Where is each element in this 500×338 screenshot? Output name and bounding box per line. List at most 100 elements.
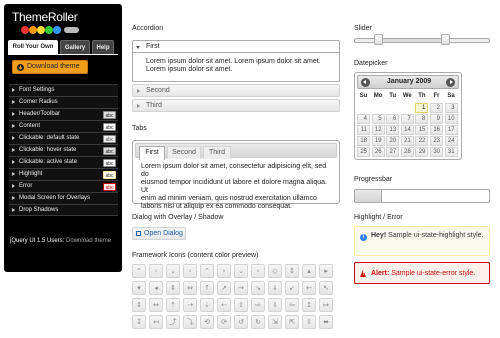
framework-icon[interactable]: ↻ xyxy=(251,315,265,329)
framework-icon[interactable]: ⇱ xyxy=(285,315,299,329)
calendar-day[interactable]: 2 xyxy=(430,103,443,113)
framework-icon[interactable]: ⇩ xyxy=(268,298,282,312)
framework-icon[interactable]: ⇲ xyxy=(268,315,282,329)
framework-icon[interactable]: ← xyxy=(302,281,316,295)
tab-first[interactable]: First xyxy=(139,146,165,160)
slider-handle-max[interactable] xyxy=(440,34,450,45)
framework-icon[interactable]: › xyxy=(149,264,163,278)
framework-icon[interactable]: ⇨ xyxy=(251,298,265,312)
calendar-day[interactable]: 5 xyxy=(371,114,385,124)
tab-third[interactable]: Third xyxy=(203,146,231,159)
framework-icon[interactable]: ↦ xyxy=(319,298,333,312)
framework-icon[interactable]: ⌃ xyxy=(132,264,146,278)
calendar-day[interactable]: 4 xyxy=(357,114,370,124)
framework-icon[interactable]: ↓ xyxy=(268,281,282,295)
calendar-day[interactable]: 23 xyxy=(430,136,443,146)
framework-icon[interactable]: ↔ xyxy=(149,298,163,312)
section-drop-shadows[interactable]: Drop Shadows xyxy=(9,204,118,216)
section-header-toolbar[interactable]: Header/Toolbar abc xyxy=(9,108,118,120)
framework-icon[interactable]: ↥ xyxy=(302,298,316,312)
section-corner-radius[interactable]: Corner Radius xyxy=(9,96,118,108)
accordion-header-second[interactable]: Second xyxy=(132,84,340,97)
section-clickable-default[interactable]: Clickable: default state abc xyxy=(9,132,118,144)
framework-icon[interactable]: ⇢ xyxy=(183,298,197,312)
prev-month-icon[interactable] xyxy=(361,78,370,87)
open-dialog-button[interactable]: Open Dialog xyxy=(132,227,186,240)
section-clickable-active[interactable]: Clickable: active state abc xyxy=(9,156,118,168)
calendar-day[interactable]: 3 xyxy=(444,103,458,113)
framework-icon[interactable]: ↕ xyxy=(285,264,299,278)
calendar-day[interactable]: 14 xyxy=(400,125,414,135)
framework-icon[interactable]: ⇔ xyxy=(183,281,197,295)
calendar-day[interactable]: 6 xyxy=(386,114,400,124)
framework-icon[interactable]: ‹ xyxy=(251,264,265,278)
calendar-day[interactable]: 1 xyxy=(415,103,429,113)
tab-second[interactable]: Second xyxy=(167,146,201,159)
framework-icon[interactable]: ⤵ xyxy=(183,315,197,329)
calendar-day[interactable]: 13 xyxy=(386,125,400,135)
framework-icon[interactable]: ◇ xyxy=(268,264,282,278)
slider-handle-min[interactable] xyxy=(373,34,383,45)
framework-icon[interactable]: ▴ xyxy=(302,264,316,278)
next-month-icon[interactable] xyxy=(446,78,455,87)
calendar-day[interactable]: 26 xyxy=(371,147,385,157)
framework-icon[interactable]: ◂ xyxy=(149,281,163,295)
accordion-header-third[interactable]: Third xyxy=(132,99,340,112)
download-theme-button[interactable]: Download theme xyxy=(12,60,88,74)
framework-icon[interactable]: ⇕ xyxy=(166,281,180,295)
calendar-day[interactable]: 30 xyxy=(430,147,443,157)
section-clickable-hover[interactable]: Clickable: hover state abc xyxy=(9,144,118,156)
framework-icon[interactable]: ↤ xyxy=(149,315,163,329)
calendar-day[interactable]: 12 xyxy=(371,125,385,135)
framework-icon[interactable]: → xyxy=(234,281,248,295)
framework-icon[interactable]: ⟳ xyxy=(217,315,231,329)
range-slider[interactable] xyxy=(354,34,490,45)
framework-icon[interactable]: ↗ xyxy=(217,281,231,295)
calendar-day[interactable]: 31 xyxy=(444,147,458,157)
framework-icon[interactable]: ⇠ xyxy=(217,298,231,312)
section-font-settings[interactable]: Font Settings xyxy=(9,84,118,96)
calendar-day[interactable]: 11 xyxy=(357,125,370,135)
calendar-day[interactable]: 20 xyxy=(386,136,400,146)
framework-icon[interactable]: ⇧ xyxy=(234,298,248,312)
calendar-day[interactable]: 19 xyxy=(371,136,385,146)
framework-icon[interactable]: ↧ xyxy=(132,315,146,329)
framework-icon[interactable]: ↙ xyxy=(285,281,299,295)
framework-icon[interactable]: ⇣ xyxy=(200,298,214,312)
framework-icon[interactable]: ▸ xyxy=(319,264,333,278)
section-error[interactable]: Error abc xyxy=(9,180,118,192)
framework-icon[interactable]: ↘ xyxy=(251,281,265,295)
calendar-day[interactable]: 8 xyxy=(415,114,429,124)
framework-icon[interactable]: › xyxy=(217,264,231,278)
accordion-header-first[interactable]: First xyxy=(132,40,340,53)
calendar-day[interactable]: 27 xyxy=(386,147,400,157)
framework-icon[interactable]: ‹ xyxy=(183,264,197,278)
tab-roll-your-own[interactable]: Roll Your Own xyxy=(8,40,58,54)
framework-icon[interactable]: ↺ xyxy=(234,315,248,329)
calendar-day[interactable]: 16 xyxy=(430,125,443,135)
framework-icon[interactable]: ⤴ xyxy=(166,315,180,329)
section-content[interactable]: Content abc xyxy=(9,120,118,132)
framework-icon[interactable]: ↕ xyxy=(132,298,146,312)
framework-icon[interactable]: ⌃ xyxy=(200,264,214,278)
tab-help[interactable]: Help xyxy=(92,40,114,54)
framework-icon[interactable]: ▾ xyxy=(132,281,146,295)
calendar-day[interactable]: 28 xyxy=(400,147,414,157)
framework-icon[interactable]: ⟲ xyxy=(200,315,214,329)
calendar-day[interactable]: 17 xyxy=(444,125,458,135)
framework-icon[interactable]: ⌄ xyxy=(166,264,180,278)
framework-icon[interactable]: ⌄ xyxy=(234,264,248,278)
calendar-day[interactable]: 24 xyxy=(444,136,458,146)
framework-icon[interactable]: ↑ xyxy=(200,281,214,295)
calendar-day[interactable]: 7 xyxy=(400,114,414,124)
framework-icon[interactable]: ↖ xyxy=(319,281,333,295)
calendar-day[interactable]: 10 xyxy=(444,114,458,124)
calendar-day[interactable]: 22 xyxy=(415,136,429,146)
section-modal-screen[interactable]: Modal Screen for Overlays xyxy=(9,192,118,204)
legacy-download-link[interactable]: Download theme xyxy=(66,238,111,244)
framework-icon[interactable]: ⇦ xyxy=(285,298,299,312)
calendar-day[interactable]: 9 xyxy=(430,114,443,124)
framework-icon[interactable]: ⇳ xyxy=(302,315,316,329)
section-highlight[interactable]: Highlight abc xyxy=(9,168,118,180)
calendar-day[interactable]: 29 xyxy=(415,147,429,157)
